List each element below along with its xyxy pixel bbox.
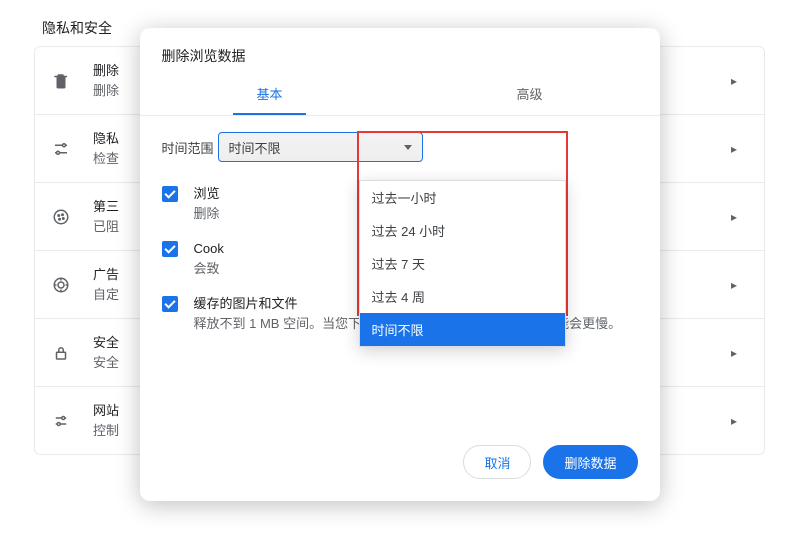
dialog-tabs: 基本 高级 <box>140 74 660 116</box>
check-sub: 会致 <box>194 259 224 279</box>
dropdown-option-last-hour[interactable]: 过去一小时 <box>360 181 565 214</box>
select-value: 时间不限 <box>229 138 281 157</box>
dialog-title: 删除浏览数据 <box>140 28 660 74</box>
time-range-select[interactable]: 时间不限 <box>218 132 423 162</box>
dropdown-option-all-time[interactable]: 时间不限 <box>360 313 565 346</box>
check-sub: 删除 <box>194 204 220 224</box>
confirm-button[interactable]: 删除数据 <box>543 445 637 479</box>
dialog-clear-data: 删除浏览数据 基本 高级 时间范围 时间不限 浏览 删除 <box>140 28 660 501</box>
cancel-button[interactable]: 取消 <box>463 445 531 479</box>
time-range-label: 时间范围 <box>162 138 218 157</box>
dropdown-option-last-4w[interactable]: 过去 4 周 <box>360 280 565 313</box>
caret-down-icon <box>404 145 412 150</box>
time-range-dropdown: 过去一小时 过去 24 小时 过去 7 天 过去 4 周 时间不限 <box>359 180 566 347</box>
checkbox-history[interactable] <box>162 186 178 202</box>
tab-basic[interactable]: 基本 <box>140 74 400 115</box>
checkbox-cache[interactable] <box>162 296 178 312</box>
dialog-overlay: 删除浏览数据 基本 高级 时间范围 时间不限 浏览 删除 <box>0 0 799 539</box>
checkbox-cookies[interactable] <box>162 241 178 257</box>
dialog-actions: 取消 删除数据 <box>140 427 660 501</box>
dropdown-option-last-7d[interactable]: 过去 7 天 <box>360 247 565 280</box>
dropdown-option-last-24h[interactable]: 过去 24 小时 <box>360 214 565 247</box>
check-title: 浏览 <box>194 184 220 204</box>
check-title: Cook <box>194 239 224 259</box>
tab-advanced[interactable]: 高级 <box>400 74 660 115</box>
